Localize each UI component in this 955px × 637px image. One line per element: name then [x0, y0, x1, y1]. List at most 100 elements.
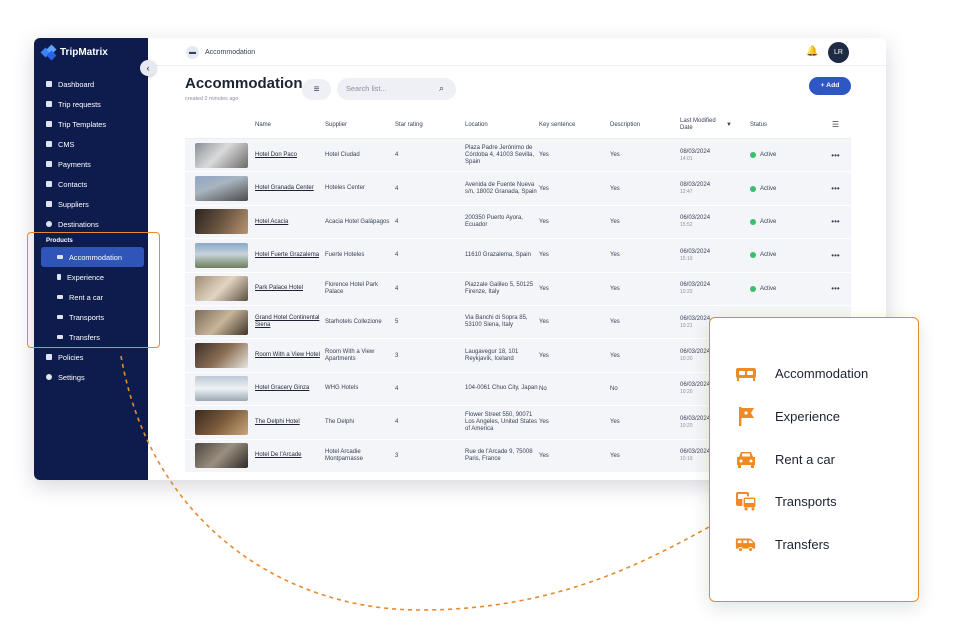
- callout-item-accommodation[interactable]: Accommodation: [735, 364, 868, 382]
- status-dot-icon: [750, 185, 756, 192]
- hotel-thumbnail[interactable]: [195, 276, 248, 302]
- contacts-icon: [46, 181, 52, 187]
- sidebar-item-cms[interactable]: CMS: [34, 134, 148, 154]
- status-cell: Active: [750, 285, 820, 292]
- hotel-name-link[interactable]: The Delphi Hotel: [255, 419, 300, 425]
- modified-date: 08/03/2024: [680, 182, 711, 189]
- location-cell: 11610 Grazalema, Spain: [465, 251, 531, 258]
- key-sentence-cell: Yes: [539, 285, 549, 292]
- hotel-thumbnail[interactable]: [195, 443, 248, 469]
- key-sentence-cell: Yes: [539, 452, 549, 459]
- hotel-thumbnail[interactable]: [195, 142, 248, 168]
- modified-date: 06/03/2024: [680, 215, 711, 222]
- filter-button[interactable]: ≡: [302, 79, 331, 100]
- row-actions-icon[interactable]: •••: [820, 217, 851, 226]
- sort-desc-icon[interactable]: ▼: [726, 122, 732, 128]
- hotel-name-link[interactable]: Hotel Granada Center: [255, 185, 314, 191]
- table-row[interactable]: Park Palace Hotel Florence Hotel Park Pal…: [185, 272, 851, 306]
- supplier-cell: Hotel Ciudad: [325, 151, 360, 158]
- supplier-cell: Room With a View Apartments: [325, 348, 375, 362]
- column-header-key-sentence[interactable]: Key sentence: [539, 122, 610, 128]
- location-cell: Rue de l'Arcade 9, 75008 Paris, France: [465, 448, 533, 462]
- hotel-name-link[interactable]: Hotel Don Paco: [255, 152, 297, 158]
- hotel-thumbnail[interactable]: [195, 242, 248, 268]
- hotel-name-link[interactable]: Park Palace Hotel: [255, 285, 303, 291]
- sidebar-item-label: Policies: [58, 352, 84, 362]
- status-dot-icon: [750, 152, 756, 159]
- add-button[interactable]: + Add: [809, 77, 851, 95]
- table-row[interactable]: Hotel Don Paco Hotel Ciudad 4 Plaza Padre J…: [185, 139, 851, 173]
- star-rating-cell: 4: [395, 152, 399, 159]
- hotel-name-link[interactable]: Hotel Fuerte Grazalema: [255, 252, 319, 258]
- avatar[interactable]: LR: [828, 42, 849, 63]
- products-highlight-frame: [27, 232, 160, 348]
- star-rating-cell: 4: [395, 185, 399, 192]
- row-actions-icon[interactable]: •••: [820, 151, 851, 160]
- modified-date: 06/03/2024: [680, 248, 711, 255]
- sidebar-item-policies[interactable]: Policies: [34, 347, 148, 367]
- callout-item-transports[interactable]: Transports: [735, 492, 837, 511]
- status-dot-icon: [750, 285, 756, 292]
- callout-item-label: Accommodation: [775, 365, 869, 381]
- hotel-thumbnail[interactable]: [195, 209, 248, 235]
- column-header-supplier[interactable]: Supplier: [325, 122, 395, 128]
- sidebar-item-trip-requests[interactable]: Trip requests: [34, 94, 148, 114]
- callout-item-rent-a-car[interactable]: Rent a car: [735, 450, 835, 468]
- hotel-name-link[interactable]: Hotel De l'Arcade: [255, 452, 302, 458]
- callout-item-transfers[interactable]: Transfers: [735, 535, 829, 553]
- row-actions-icon[interactable]: •••: [820, 251, 851, 260]
- column-header-name[interactable]: Name: [255, 122, 325, 128]
- sidebar-item-payments[interactable]: Payments: [34, 154, 148, 174]
- hotel-thumbnail[interactable]: [195, 309, 248, 335]
- table-row[interactable]: Hotel Granada Center Hoteles Center 4 Aveni…: [185, 172, 851, 206]
- column-header-description[interactable]: Description: [610, 122, 680, 128]
- row-actions-icon[interactable]: •••: [820, 184, 851, 193]
- hotel-thumbnail[interactable]: [195, 376, 248, 402]
- column-header-status[interactable]: Status: [750, 122, 820, 128]
- hotel-thumbnail[interactable]: [195, 176, 248, 202]
- hotel-name-link[interactable]: Hotel Gracery Ginza: [255, 385, 309, 391]
- trip-requests-icon: [46, 101, 52, 107]
- sidebar-item-suppliers[interactable]: Suppliers: [34, 194, 148, 214]
- sidebar-item-label: Dashboard: [58, 79, 95, 89]
- brand[interactable]: TripMatrix: [40, 44, 108, 61]
- supplier-cell: Fuerte Hoteles: [325, 251, 365, 258]
- status-cell: Active: [750, 218, 820, 225]
- status-dot-icon: [750, 218, 756, 225]
- hotel-name-link[interactable]: Grand Hotel Continental Siena: [255, 315, 319, 328]
- callout-item-experience[interactable]: Experience: [735, 407, 840, 426]
- description-cell: Yes: [610, 352, 620, 359]
- sidebar-item-label: Destinations: [58, 219, 99, 229]
- hotel-name-link[interactable]: Hotel Acacia: [255, 219, 288, 225]
- table-row[interactable]: Hotel Acacia Acacia Hotel Galápagos 4 20035…: [185, 205, 851, 240]
- row-actions-icon[interactable]: •••: [820, 284, 851, 293]
- hotel-name-link[interactable]: Room With a View Hotel: [255, 352, 320, 358]
- key-sentence-cell: Yes: [539, 252, 549, 259]
- search-icon[interactable]: ⌕: [439, 83, 444, 94]
- van-icon: [735, 535, 757, 553]
- column-header-location[interactable]: Location: [465, 122, 539, 128]
- sidebar-item-settings[interactable]: Settings: [34, 367, 148, 387]
- sidebar-item-destinations[interactable]: Destinations: [34, 214, 148, 234]
- gear-icon: [46, 374, 52, 380]
- topbar: ▬ Accommodation 🔔 LR: [148, 38, 886, 66]
- column-header-last-modified[interactable]: Last Modified Date ▼: [680, 118, 750, 132]
- column-settings-icon[interactable]: ☰: [820, 120, 851, 129]
- collapse-sidebar-button[interactable]: ‹: [140, 60, 156, 76]
- search-input[interactable]: [346, 84, 436, 93]
- table-row[interactable]: Hotel Fuerte Grazalema Fuerte Hoteles 4 116…: [185, 239, 851, 273]
- bell-icon[interactable]: 🔔: [806, 46, 818, 57]
- hotel-thumbnail[interactable]: [195, 409, 248, 435]
- modified-time: 10:22: [680, 289, 693, 296]
- column-header-star-rating[interactable]: Star rating: [395, 122, 465, 128]
- sidebar-item-dashboard[interactable]: Dashboard: [34, 74, 148, 94]
- modified-time: 15:19: [680, 255, 693, 262]
- modified-date: 06/03/2024: [680, 382, 711, 389]
- breadcrumb: ▬ Accommodation: [186, 46, 255, 59]
- hotel-thumbnail[interactable]: [195, 343, 248, 369]
- description-cell: Yes: [610, 285, 620, 292]
- location-cell: Flower Street 550, 90071 Los Angeles, Un…: [465, 411, 538, 432]
- sidebar-item-contacts[interactable]: Contacts: [34, 174, 148, 194]
- status-cell: Active: [750, 152, 820, 159]
- sidebar-item-trip-templates[interactable]: Trip Templates: [34, 114, 148, 134]
